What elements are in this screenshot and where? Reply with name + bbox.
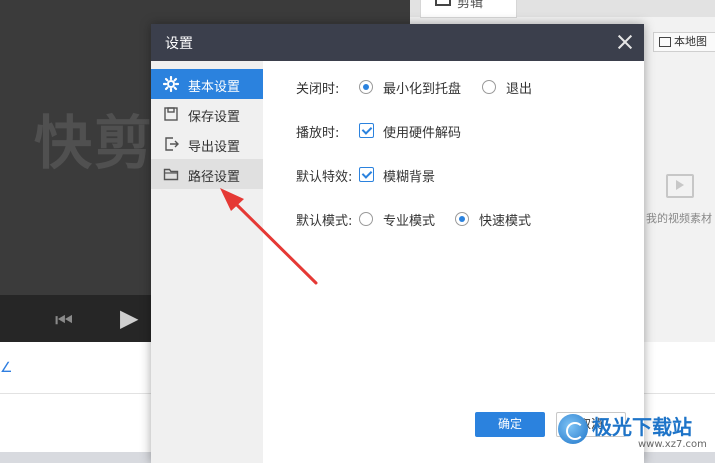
playback-label: 播放时:	[296, 126, 340, 141]
tab-edit-label: 剪辑	[457, 0, 484, 11]
ok-button[interactable]: 确定	[475, 412, 545, 437]
image-icon	[659, 37, 671, 47]
close-icon[interactable]	[612, 29, 638, 55]
local-image-label: 本地图	[674, 35, 707, 48]
my-video-media-label: 我的视频素材	[646, 212, 712, 225]
gear-icon	[163, 76, 179, 92]
export-icon	[163, 136, 179, 152]
previous-icon[interactable]: ⏮	[55, 308, 73, 332]
tab-strip: 剪辑	[410, 0, 715, 18]
default-mode-label: 默认模式:	[296, 214, 353, 229]
save-icon	[163, 106, 179, 122]
sidebar-item-label: 路径设置	[188, 170, 241, 185]
close-behavior-label: 关闭时:	[296, 82, 340, 97]
sidebar-item-label: 保存设置	[188, 110, 241, 125]
radio-exit-label[interactable]: 退出	[506, 78, 532, 97]
radio-fast-mode-label[interactable]: 快速模式	[479, 210, 531, 229]
settings-dialog: 设置 基本设置 保存设置 导出设置 路径设置 关闭时: 最小化到托盘 退出 播放…	[151, 24, 644, 463]
dialog-title: 设置	[165, 36, 193, 52]
folder-icon	[163, 166, 179, 182]
hardware-decode-label[interactable]: 使用硬件解码	[383, 122, 461, 141]
site-logo-icon	[558, 414, 588, 444]
radio-exit[interactable]	[482, 80, 496, 94]
blur-background-label[interactable]: 模糊背景	[383, 166, 435, 185]
play-icon[interactable]: ▶	[120, 304, 138, 332]
sidebar-item-label: 导出设置	[188, 140, 241, 155]
local-image-button[interactable]: 本地图	[653, 32, 715, 52]
hardware-decode-checkbox[interactable]	[359, 123, 374, 138]
settings-sidebar: 基本设置 保存设置 导出设置 路径设置	[151, 61, 263, 463]
sidebar-item-save-settings[interactable]: 保存设置	[151, 99, 263, 129]
tab-edit[interactable]: 剪辑	[420, 0, 517, 18]
sidebar-item-label: 基本设置	[188, 80, 241, 95]
sidebar-item-path-settings[interactable]: 路径设置	[151, 159, 263, 189]
radio-professional-mode-label[interactable]: 专业模式	[383, 210, 435, 229]
sidebar-item-export-settings[interactable]: 导出设置	[151, 129, 263, 159]
blur-background-checkbox[interactable]	[359, 167, 374, 182]
dialog-titlebar: 设置	[151, 24, 644, 61]
site-watermark: 极光下载站 www.xz7.com	[558, 408, 715, 463]
default-effect-label: 默认特效:	[296, 170, 353, 185]
sidebar-item-basic-settings[interactable]: 基本设置	[151, 69, 263, 99]
radio-minimize-to-tray-label[interactable]: 最小化到托盘	[383, 78, 461, 97]
edit-icon	[435, 0, 451, 6]
timeline-tool-glyph[interactable]: ∠	[0, 360, 13, 376]
radio-professional-mode[interactable]	[359, 212, 373, 226]
watermark-name: 极光下载站	[592, 415, 692, 439]
app-logo-watermark: 快剪	[34, 109, 155, 177]
radio-fast-mode[interactable]	[455, 212, 469, 226]
video-media-icon[interactable]	[666, 174, 694, 198]
watermark-url: www.xz7.com	[638, 439, 707, 450]
settings-content: 关闭时: 最小化到托盘 退出 播放时: 使用硬件解码 默认特效: 模糊背景 默认…	[263, 61, 644, 463]
radio-minimize-to-tray[interactable]	[359, 80, 373, 94]
